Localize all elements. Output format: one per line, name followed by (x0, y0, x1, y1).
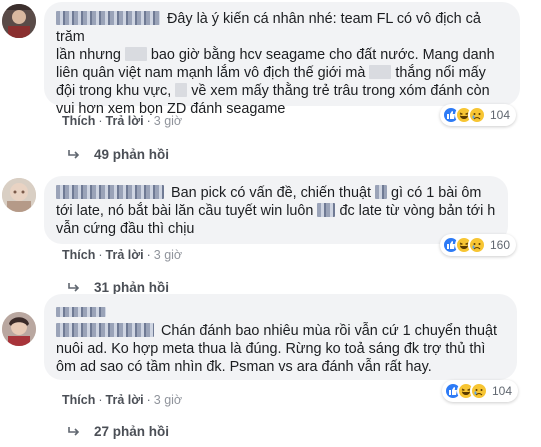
author-name[interactable] (56, 11, 160, 26)
avatar[interactable] (2, 178, 36, 212)
avatar[interactable] (2, 4, 36, 38)
comment-text-line: thắng nổi mấy (395, 65, 486, 81)
reaction-count: 104 (492, 384, 513, 398)
avatar-image (2, 178, 36, 212)
comment-text-line: ôm ad sao có tầm nhìn đk. Psman vs ara đ… (56, 359, 432, 375)
comment-actions: Thích · Trả lời · 3 giờ (62, 248, 183, 262)
redacted-word (124, 47, 147, 61)
replies-count: 27 phản hồi (94, 424, 170, 439)
reaction-summary[interactable]: 160 (440, 234, 517, 256)
redacted-word (375, 185, 388, 199)
reaction-count: 160 (490, 238, 511, 252)
replies-count: 49 phản hồi (94, 147, 170, 162)
comment-text-line: vẫn cứng đầu thì chịu (56, 221, 195, 237)
comment-text-line: liên quân việt nam mạnh lắm vô địch thế … (56, 65, 366, 81)
comment-text-line: nuôi ad. Ko hợp meta thua là đúng. Rừng … (56, 341, 486, 357)
replies-count: 31 phản hồi (94, 280, 170, 295)
comment-text-line: gì có 1 bài ôm (391, 185, 482, 201)
comment-text-line: đội trong khu vực, (56, 83, 172, 99)
reply-arrow-icon (68, 149, 80, 159)
comment-bubble: Ban pick có vấn đề, chiến thuật gì có 1 … (44, 176, 508, 244)
view-replies-link[interactable]: 49 phản hồi (68, 147, 169, 162)
avatar[interactable] (2, 312, 36, 346)
comment-text-line: về xem mấy thằng trẻ trâu trong xóm đánh… (191, 83, 490, 99)
reply-link[interactable]: Trả lời (106, 248, 144, 262)
redacted-word (369, 65, 392, 79)
reaction-summary[interactable]: 104 (442, 380, 519, 402)
redacted-word (317, 203, 336, 217)
timestamp[interactable]: 3 giờ (154, 248, 182, 262)
reply-arrow-icon (68, 426, 80, 436)
avatar-image (2, 4, 36, 38)
comment-text-line: tới late, nó bắt bài lăn cầu tuyết win l… (56, 203, 314, 219)
comment-text-line: Chán đánh bao nhiêu mùa rồi vẫn cứ 1 chu… (161, 323, 498, 339)
view-replies-link[interactable]: 31 phản hồi (68, 280, 169, 295)
avatar-image (2, 312, 36, 346)
comment-text-line: bao giờ bằng hcv seagame cho đất nước. M… (150, 47, 495, 63)
like-link[interactable]: Thích (62, 393, 95, 407)
comment-actions: Thích · Trả lời · 3 giờ (62, 114, 183, 128)
comment-text-line: lần nhưng (56, 47, 121, 63)
redacted-word (175, 83, 188, 97)
like-link[interactable]: Thích (62, 114, 95, 128)
comment-actions: Thích · Trả lời · 3 giờ (62, 393, 183, 407)
reply-link[interactable]: Trả lời (106, 393, 144, 407)
redacted-header (56, 307, 106, 317)
comment-text-line: Ban pick có vấn đề, chiến thuật (171, 185, 372, 201)
reaction-summary[interactable]: 104 (440, 104, 517, 126)
timestamp[interactable]: 3 giờ (154, 114, 182, 128)
reply-link[interactable]: Trả lời (106, 114, 144, 128)
timestamp[interactable]: 3 giờ (154, 393, 182, 407)
view-replies-link[interactable]: 27 phản hồi (68, 424, 169, 439)
comment-text-line: đc late từ vòng bản tới h (339, 203, 496, 219)
sad-icon (470, 382, 488, 400)
author-name[interactable] (56, 185, 164, 200)
reaction-count: 104 (490, 108, 511, 122)
sad-icon (468, 236, 486, 254)
sad-icon (468, 106, 486, 124)
comment-bubble: Chán đánh bao nhiêu mùa rồi vẫn cứ 1 chu… (44, 294, 517, 380)
like-link[interactable]: Thích (62, 248, 95, 262)
author-name[interactable] (56, 323, 154, 338)
comment-bubble: Đây là ý kiến cá nhân nhé: team FL có vô… (44, 2, 520, 117)
reply-arrow-icon (68, 282, 80, 292)
